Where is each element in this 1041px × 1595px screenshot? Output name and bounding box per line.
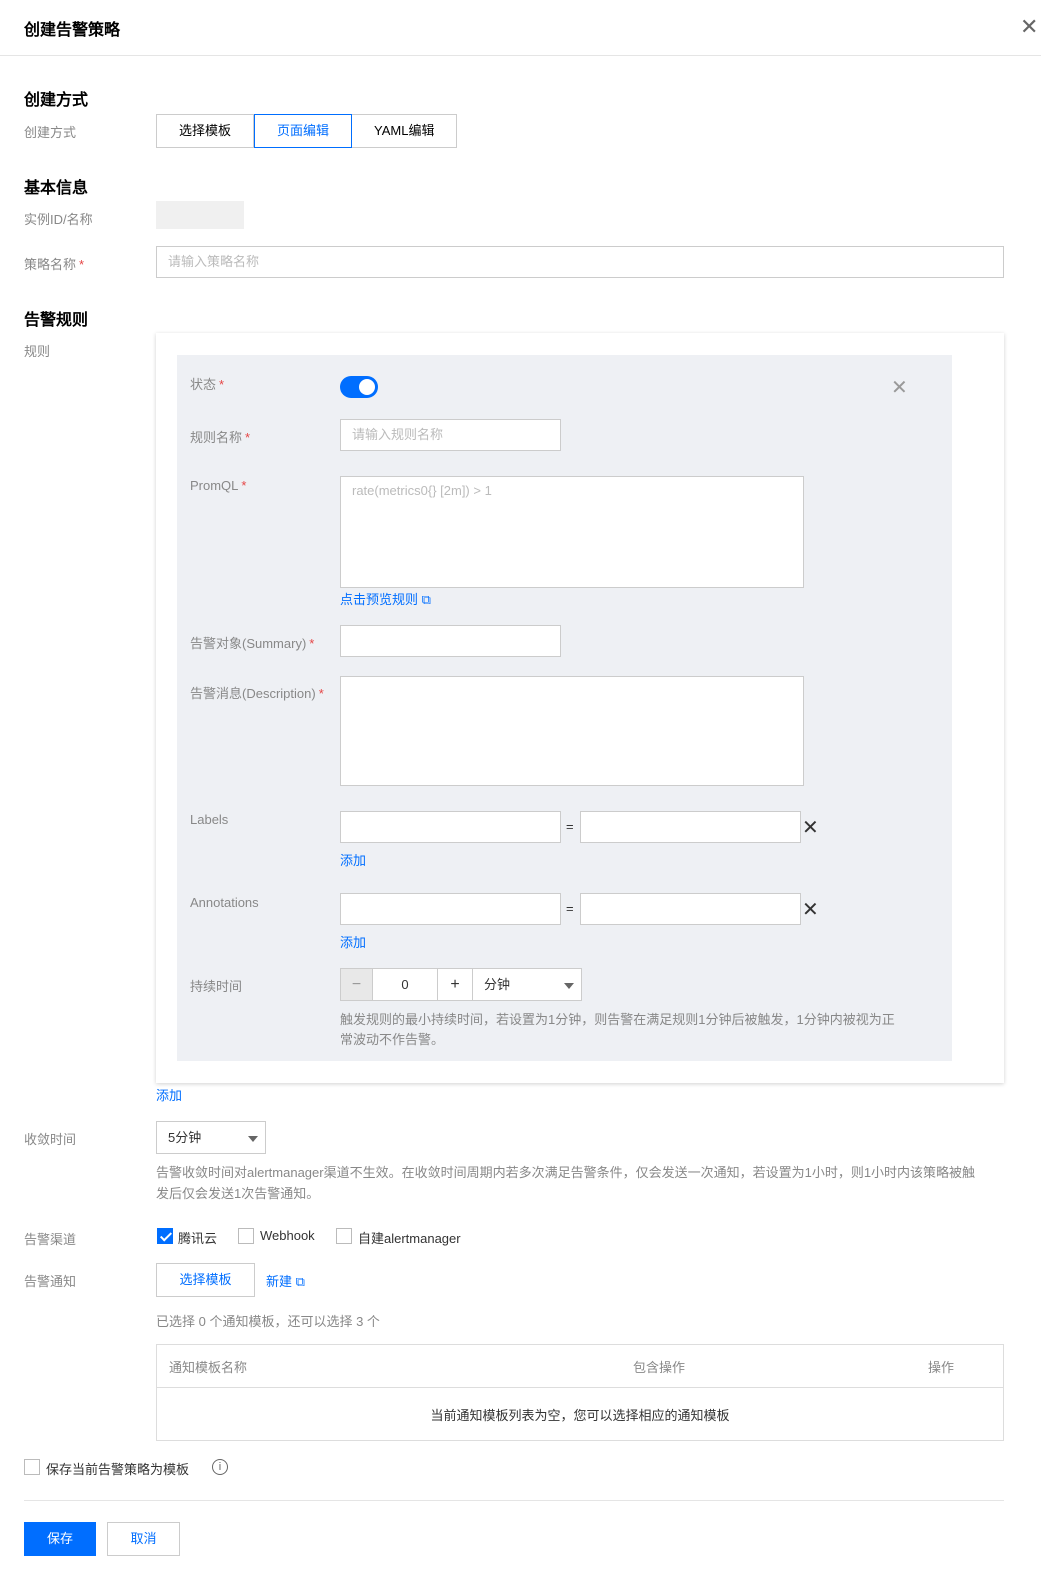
label-value-input[interactable]	[580, 811, 801, 843]
save-button[interactable]: 保存	[24, 1522, 96, 1556]
add-annotation-link[interactable]: 添加	[340, 932, 366, 951]
annotation-key-input[interactable]	[340, 893, 561, 925]
chevron-down-icon	[564, 983, 574, 989]
section-basic-info: 基本信息	[24, 180, 89, 197]
create-mode-page-edit[interactable]: 页面编辑	[254, 114, 353, 148]
create-mode-label: 创建方式	[24, 125, 77, 140]
channel-tencent-checkbox[interactable]	[157, 1228, 173, 1244]
save-template-label: 保存当前告警策略为模板	[46, 1462, 190, 1477]
dialog-header	[0, 0, 1041, 56]
duration-label: 持续时间	[190, 979, 243, 994]
annotation-equals: =	[566, 901, 574, 916]
description-textarea[interactable]	[340, 676, 804, 786]
new-template-link[interactable]: 新建 ⧉	[266, 1271, 305, 1290]
converge-select[interactable]: 5分钟	[156, 1121, 266, 1154]
select-template-button[interactable]: 选择模板	[156, 1263, 255, 1297]
converge-hint-1: 告警收敛时间对alertmanager渠道不生效。在收敛时间周期内若多次满足告警…	[156, 1165, 976, 1180]
channel-webhook-label: Webhook	[260, 1228, 315, 1243]
info-icon[interactable]: i	[212, 1459, 228, 1475]
col-operation: 操作	[928, 1360, 955, 1375]
save-template-checkbox[interactable]	[24, 1459, 40, 1475]
selected-info: 已选择 0 个通知模板，还可以选择 3 个	[156, 1314, 380, 1329]
rule-name-input[interactable]: 请输入规则名称	[340, 419, 561, 451]
channel-webhook-checkbox[interactable]	[238, 1228, 254, 1244]
converge-label: 收敛时间	[24, 1132, 77, 1147]
cancel-button[interactable]: 取消	[107, 1522, 180, 1556]
duration-value-input[interactable]: 0	[372, 968, 438, 1001]
remove-label-icon[interactable]: ✕	[802, 815, 819, 840]
promql-textarea[interactable]: rate(metrics0{} [2m]) > 1	[340, 476, 804, 588]
instance-value-redacted	[156, 201, 244, 229]
external-link-icon: ⧉	[421, 592, 431, 607]
add-rule-link[interactable]: 添加	[156, 1085, 182, 1104]
close-icon[interactable]: ✕	[1020, 14, 1038, 40]
policy-name-label: 策略名称 *	[24, 257, 85, 272]
instance-label: 实例ID/名称	[24, 212, 93, 227]
policy-name-input[interactable]: 请输入策略名称	[156, 246, 1004, 278]
annotations-label: Annotations	[190, 895, 259, 910]
footer-divider	[24, 1500, 1004, 1501]
status-toggle[interactable]	[340, 376, 378, 398]
section-alert-rules: 告警规则	[24, 312, 89, 329]
promql-label: PromQL *	[190, 478, 247, 493]
duration-hint-2: 常波动不作告警。	[340, 1032, 445, 1047]
label-key-input[interactable]	[340, 811, 561, 843]
duration-increment-button[interactable]: +	[437, 968, 473, 1001]
duration-decrement-button[interactable]: −	[340, 968, 373, 1001]
section-create-mode: 创建方式	[24, 92, 89, 109]
converge-hint-2: 发后仅会发送1次告警通知。	[156, 1186, 320, 1201]
col-actions-included: 包含操作	[633, 1360, 686, 1375]
template-table: 通知模板名称 包含操作 操作 当前通知模板列表为空，您可以选择相应的通知模板	[156, 1344, 1004, 1441]
label-equals: =	[566, 819, 574, 834]
description-label: 告警消息(Description) *	[190, 686, 324, 701]
summary-label: 告警对象(Summary) *	[190, 636, 315, 651]
create-mode-segmented: 选择模板 页面编辑 YAML编辑	[156, 114, 458, 148]
duration-unit-select[interactable]: 分钟	[472, 968, 582, 1001]
summary-input[interactable]	[340, 625, 561, 657]
notify-label: 告警通知	[24, 1274, 77, 1289]
channel-tencent-label: 腾讯云	[178, 1231, 218, 1246]
chevron-down-icon	[248, 1136, 258, 1142]
channel-alertmanager-checkbox[interactable]	[336, 1228, 352, 1244]
rules-label: 规则	[24, 344, 51, 359]
remove-annotation-icon[interactable]: ✕	[802, 897, 819, 922]
table-header	[157, 1345, 1003, 1388]
duration-hint-1: 触发规则的最小持续时间，若设置为1分钟，则告警在满足规则1分钟后被触发，1分钟内…	[340, 1012, 895, 1027]
rule-name-label: 规则名称 *	[190, 430, 251, 445]
dialog-title: 创建告警策略	[24, 22, 121, 39]
create-mode-yaml[interactable]: YAML编辑	[352, 114, 458, 148]
create-mode-template[interactable]: 选择模板	[156, 114, 255, 148]
status-label: 状态 *	[190, 377, 225, 392]
channel-alertmanager-label: 自建alertmanager	[358, 1231, 461, 1246]
labels-label: Labels	[190, 812, 229, 827]
remove-rule-icon[interactable]: ✕	[891, 375, 908, 400]
preview-rule-link[interactable]: 点击预览规则 ⧉	[340, 589, 431, 608]
channel-label: 告警渠道	[24, 1232, 77, 1247]
external-link-icon: ⧉	[295, 1274, 305, 1289]
col-template-name: 通知模板名称	[169, 1360, 248, 1375]
table-empty-text: 当前通知模板列表为空，您可以选择相应的通知模板	[430, 1408, 730, 1423]
annotation-value-input[interactable]	[580, 893, 801, 925]
add-label-link[interactable]: 添加	[340, 850, 366, 869]
